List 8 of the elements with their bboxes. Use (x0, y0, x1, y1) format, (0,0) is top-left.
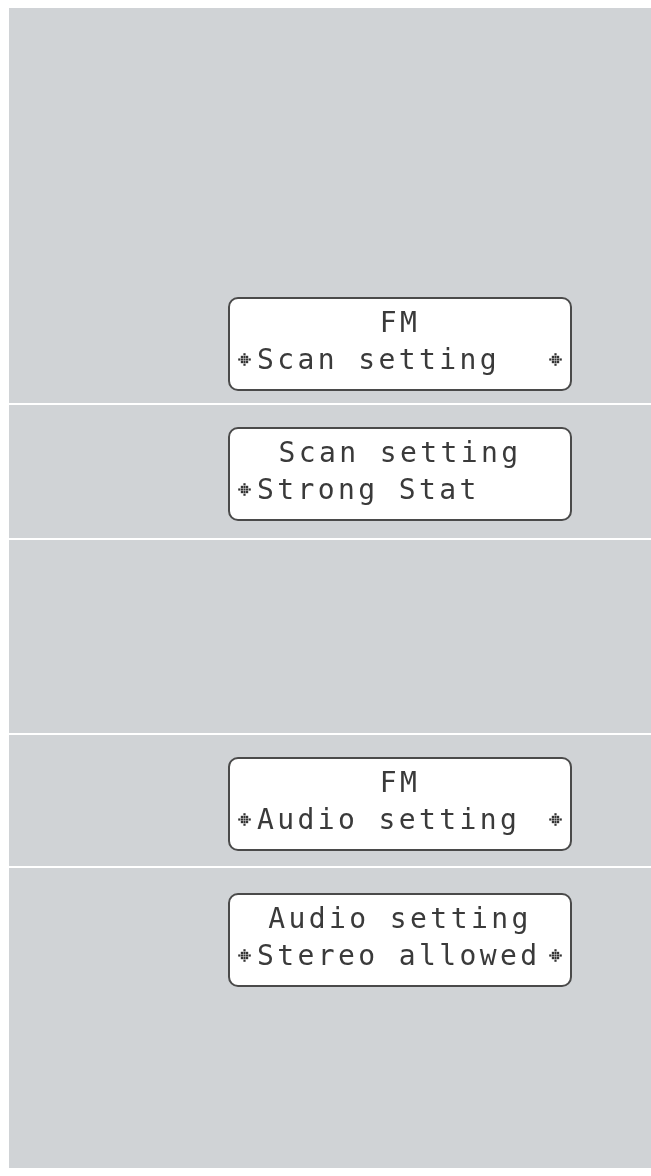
display-text: Scan setting (257, 342, 501, 377)
display-text: FM (379, 765, 421, 800)
display-text: Scan setting (278, 435, 522, 470)
display-text: Audio setting (257, 802, 521, 837)
display-text: FM (379, 305, 421, 340)
display-text: Strong Stat (257, 472, 480, 507)
display-text: Stereo allowed (257, 938, 541, 973)
display-text: Audio setting (268, 901, 532, 936)
